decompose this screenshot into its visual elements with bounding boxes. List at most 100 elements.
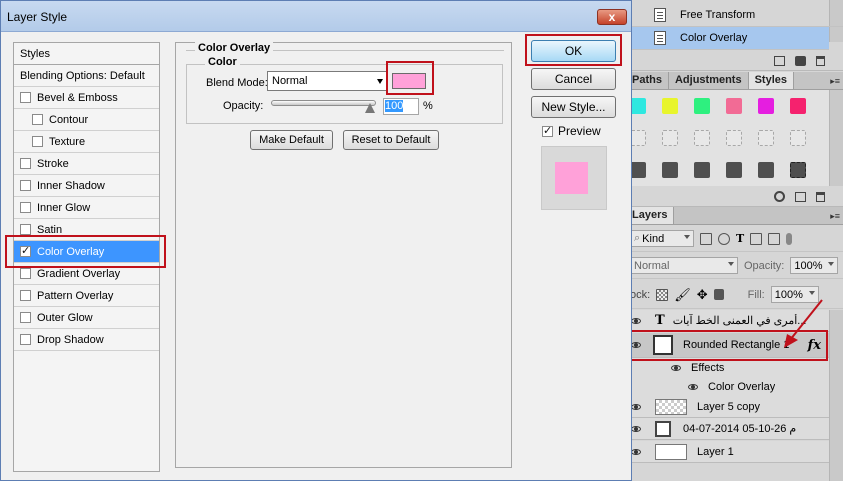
tab-styles[interactable]: Styles xyxy=(748,72,795,89)
photoshop-panels: Free Transform Color Overlay Paths Adjus… xyxy=(626,0,843,481)
layer-blend-mode-select[interactable]: Normal xyxy=(630,257,738,274)
style-item-label: Outer Glow xyxy=(37,311,93,324)
lock-position-move-icon[interactable]: ✥ xyxy=(697,287,708,303)
style-swatch-dark[interactable] xyxy=(694,162,710,178)
style-swatch-empty[interactable] xyxy=(758,130,774,146)
style-checkbox[interactable] xyxy=(20,202,31,213)
new-style-icon[interactable] xyxy=(795,191,806,202)
history-item-free-transform[interactable]: Free Transform xyxy=(626,4,843,27)
clear-style-icon[interactable] xyxy=(774,191,785,202)
layer-effect-color-overlay[interactable]: Color Overlay xyxy=(626,376,829,398)
lock-all-icon[interactable] xyxy=(713,289,724,300)
layer-effects-row[interactable]: Effects xyxy=(626,358,829,378)
layer-row-smart-object[interactable]: 04-07-2014 05-10-26 م xyxy=(626,418,829,440)
camera-snapshot-icon[interactable] xyxy=(795,55,806,66)
style-checkbox[interactable] xyxy=(20,158,31,169)
tab-paths[interactable]: Paths xyxy=(626,72,669,89)
style-swatch-yellow[interactable] xyxy=(662,98,678,114)
visibility-eye-icon[interactable] xyxy=(631,403,641,410)
effects-label: Effects xyxy=(691,362,725,374)
style-item-label: Bevel & Emboss xyxy=(37,91,118,104)
tab-layers[interactable]: Layers xyxy=(626,207,675,224)
style-item-contour[interactable]: Contour xyxy=(14,109,159,131)
visibility-eye-icon[interactable] xyxy=(631,425,641,432)
style-item-drop-shadow[interactable]: Drop Shadow xyxy=(14,329,159,351)
layer-opacity-input[interactable]: 100% xyxy=(790,257,839,274)
style-swatch-magenta[interactable] xyxy=(758,98,774,114)
style-swatch-dark[interactable] xyxy=(662,162,678,178)
text-layer-icon: T xyxy=(655,313,665,328)
style-swatch-dark[interactable] xyxy=(758,162,774,178)
preview-toggle[interactable]: Preview xyxy=(542,124,601,138)
panel-menu-icon[interactable]: ▸≡ xyxy=(830,211,840,222)
layer-row-layer-1[interactable]: Layer 1 xyxy=(626,441,829,463)
style-checkbox[interactable] xyxy=(20,312,31,323)
style-swatch-empty[interactable] xyxy=(694,130,710,146)
style-checkbox[interactable] xyxy=(20,92,31,103)
style-swatch-rose[interactable] xyxy=(726,98,742,114)
opacity-unit: % xyxy=(423,100,433,112)
style-item-stroke[interactable]: Stroke xyxy=(14,153,159,175)
style-checkbox[interactable] xyxy=(20,334,31,345)
make-default-button[interactable]: Make Default xyxy=(250,130,333,150)
style-item-pattern-overlay[interactable]: Pattern Overlay xyxy=(14,285,159,307)
close-button[interactable]: x xyxy=(597,9,627,25)
new-style-button[interactable]: New Style... xyxy=(531,96,616,118)
style-checkbox[interactable] xyxy=(20,268,31,279)
history-item-color-overlay[interactable]: Color Overlay xyxy=(626,27,829,50)
new-document-icon[interactable] xyxy=(774,55,785,66)
opacity-input[interactable]: 100 xyxy=(383,98,419,115)
style-checkbox[interactable] xyxy=(20,224,31,235)
adjustment-filter-icon[interactable] xyxy=(718,232,730,245)
reset-to-default-button[interactable]: Reset to Default xyxy=(343,130,439,150)
style-swatch-dark[interactable] xyxy=(630,162,646,178)
style-swatch-pink[interactable] xyxy=(790,98,806,114)
visibility-eye-icon[interactable] xyxy=(631,448,641,455)
style-item-texture[interactable]: Texture xyxy=(14,131,159,153)
style-swatch-empty[interactable] xyxy=(790,130,806,146)
layer-filter-kind[interactable]: ⌕ Kind xyxy=(630,230,694,247)
tab-adjustments[interactable]: Adjustments xyxy=(669,72,749,89)
style-swatch-green[interactable] xyxy=(694,98,710,114)
lock-transparent-icon[interactable] xyxy=(656,288,669,301)
shape-filter-icon[interactable] xyxy=(750,232,763,245)
visibility-eye-icon[interactable] xyxy=(688,383,698,390)
layer-row-layer-5-copy[interactable]: Layer 5 copy xyxy=(626,396,829,418)
style-swatch-empty[interactable] xyxy=(630,130,646,146)
style-swatch-cyan[interactable] xyxy=(630,98,646,114)
cancel-button[interactable]: Cancel xyxy=(531,68,616,90)
style-checkbox[interactable] xyxy=(32,136,43,147)
smart-object-filter-icon[interactable] xyxy=(768,232,781,245)
styles-scrollbar[interactable] xyxy=(829,90,843,186)
style-swatch-empty[interactable] xyxy=(726,130,742,146)
document-icon xyxy=(654,8,666,22)
layer-filter-row: ⌕ Kind T xyxy=(626,226,843,252)
opacity-slider-thumb[interactable] xyxy=(365,103,375,113)
style-swatch-dark[interactable] xyxy=(790,162,806,178)
type-filter-icon[interactable]: T xyxy=(736,232,744,245)
blending-options-item[interactable]: Blending Options: Default xyxy=(14,65,159,87)
style-item-label: Drop Shadow xyxy=(37,333,104,346)
visibility-eye-icon[interactable] xyxy=(671,365,681,371)
style-swatch-empty[interactable] xyxy=(662,130,678,146)
preview-checkbox[interactable] xyxy=(542,124,553,137)
style-item-inner-shadow[interactable]: Inner Shadow xyxy=(14,175,159,197)
dialog-title-bar[interactable]: Layer Style x xyxy=(1,1,631,32)
image-filter-icon[interactable] xyxy=(700,232,712,245)
filter-toggle-icon[interactable] xyxy=(786,232,793,245)
style-item-bevel-emboss[interactable]: Bevel & Emboss xyxy=(14,87,159,109)
style-checkbox[interactable] xyxy=(32,114,43,125)
opacity-slider-track[interactable] xyxy=(271,100,376,106)
style-checkbox[interactable] xyxy=(20,290,31,301)
trash-icon[interactable] xyxy=(816,55,825,66)
style-swatch-dark[interactable] xyxy=(726,162,742,178)
lock-pixels-brush-icon[interactable]: 🖌 xyxy=(674,287,691,303)
trash-icon[interactable] xyxy=(816,191,825,202)
blend-mode-select[interactable]: Normal xyxy=(267,71,387,91)
style-item-inner-glow[interactable]: Inner Glow xyxy=(14,197,159,219)
style-item-outer-glow[interactable]: Outer Glow xyxy=(14,307,159,329)
panel-menu-icon[interactable]: ▸≡ xyxy=(830,76,840,87)
style-checkbox[interactable] xyxy=(20,180,31,191)
styles-list-header[interactable]: Styles xyxy=(14,43,159,65)
visibility-eye-icon[interactable] xyxy=(631,317,641,324)
